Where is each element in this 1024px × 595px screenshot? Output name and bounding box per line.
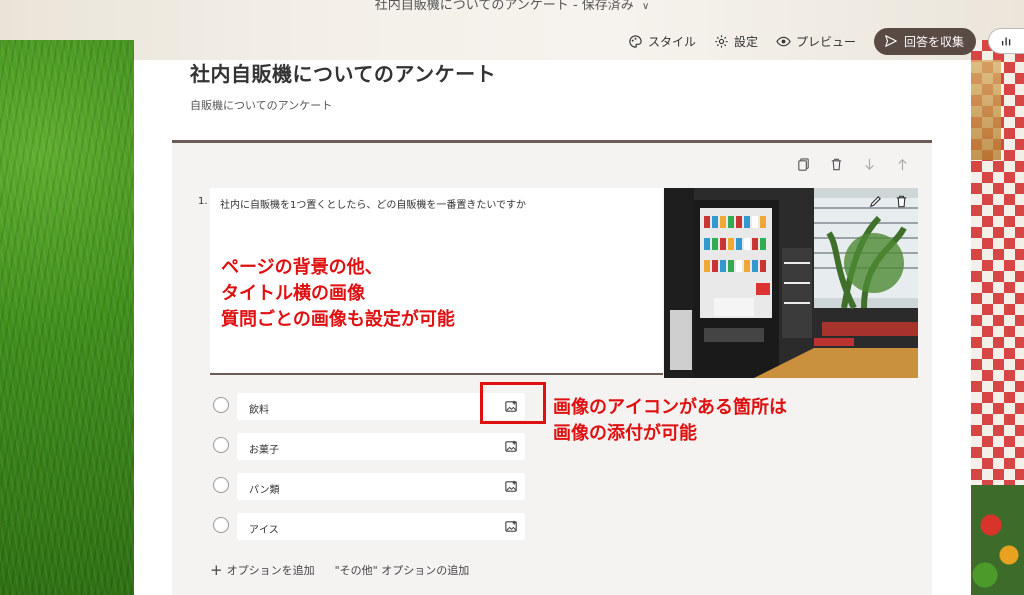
form-name: 社内自販機についてのアンケート xyxy=(374,0,569,13)
image-actions xyxy=(866,192,910,210)
option-label: アイス xyxy=(249,525,279,536)
option-label: パン類 xyxy=(249,485,280,496)
annotation-line: 画像のアイコンがある箇所は xyxy=(553,397,787,418)
question-image[interactable] xyxy=(664,188,918,378)
save-status: 保存済み xyxy=(581,0,634,13)
radio-button[interactable] xyxy=(213,517,229,533)
plus-icon: + xyxy=(210,561,223,579)
question-text: 社内に自販機を1つ置くとしたら、どの自販機を一番置きたいですか xyxy=(220,200,527,211)
annotation-line: タイトル横の画像 xyxy=(221,283,365,304)
add-other-label: "その他" オプションの追加 xyxy=(334,564,470,577)
annotation-image-settings: ページの背景の他、 タイトル横の画像 質問ごとの画像も設定が可能 xyxy=(221,255,455,333)
settings-button[interactable]: 設定 xyxy=(714,33,758,50)
option-input[interactable]: アイス xyxy=(237,513,525,540)
collect-responses-button[interactable]: 回答を収集 xyxy=(873,27,976,55)
gear-icon xyxy=(715,34,728,48)
background-grass-image xyxy=(0,40,134,595)
form-description[interactable]: 自販機についてのアンケート xyxy=(190,97,332,113)
settings-label: 設定 xyxy=(733,34,758,49)
collect-label: 回答を収集 xyxy=(903,34,964,49)
background-glass-detail xyxy=(971,60,1001,160)
add-option-button[interactable]: + オプションを追加 xyxy=(210,561,315,579)
radio-button[interactable] xyxy=(213,397,229,413)
toolbar: スタイル 設定 プレビュー 回答を収集 xyxy=(628,27,1024,55)
annotation-line: 質問ごとの画像も設定が可能 xyxy=(221,309,455,330)
radio-button[interactable] xyxy=(213,477,229,493)
annotation-highlight-box xyxy=(480,382,546,424)
preview-label: プレビュー xyxy=(795,34,856,49)
copy-icon[interactable] xyxy=(796,157,811,176)
annotation-line: ページの背景の他、 xyxy=(221,257,383,278)
add-option-label: オプションを追加 xyxy=(226,564,315,577)
vending-machine-photo xyxy=(664,188,918,378)
question-actions xyxy=(796,157,910,176)
insert-image-icon[interactable] xyxy=(504,479,519,494)
insert-image-icon[interactable] xyxy=(504,519,519,534)
style-button[interactable]: スタイル xyxy=(628,33,696,50)
option-label: 飲料 xyxy=(249,405,269,416)
window-title[interactable]: 社内自販機についてのアンケート - 保存済み ∨ xyxy=(0,0,1024,13)
annotation-image-attach: 画像のアイコンがある箇所は 画像の添付が可能 xyxy=(553,395,787,447)
trash-icon[interactable] xyxy=(892,192,910,210)
question-editor[interactable]: 1. 社内に自販機を1つ置くとしたら、どの自販機を一番置きたいですか 飲料 お菓… xyxy=(172,140,932,595)
option-input[interactable]: お菓子 xyxy=(237,433,525,460)
pencil-icon[interactable] xyxy=(866,192,884,210)
option-label: お菓子 xyxy=(249,445,279,456)
form-title[interactable]: 社内自販機についてのアンケート xyxy=(190,58,496,87)
option-input[interactable]: パン類 xyxy=(237,473,525,500)
add-option-row: + オプションを追加 "その他" オプションの追加 xyxy=(210,561,469,579)
bar-chart-icon xyxy=(1001,37,1010,46)
annotation-line: 画像の添付が可能 xyxy=(553,423,697,444)
question-number: 1. xyxy=(198,196,208,207)
eye-icon xyxy=(776,36,791,46)
analytics-button[interactable] xyxy=(988,28,1024,54)
trash-icon[interactable] xyxy=(829,157,844,176)
add-other-option-button[interactable]: "その他" オプションの追加 xyxy=(335,561,470,579)
insert-image-icon[interactable] xyxy=(504,439,519,454)
move-down-icon[interactable] xyxy=(862,157,877,176)
palette-icon xyxy=(629,34,642,48)
background-food-detail xyxy=(971,485,1024,595)
style-label: スタイル xyxy=(647,34,696,49)
chevron-down-icon: ∨ xyxy=(641,1,650,12)
preview-button[interactable]: プレビュー xyxy=(776,33,856,50)
move-up-icon[interactable] xyxy=(895,157,910,176)
radio-button[interactable] xyxy=(213,437,229,453)
background-picnic-image xyxy=(971,40,1024,595)
send-icon xyxy=(885,35,897,47)
